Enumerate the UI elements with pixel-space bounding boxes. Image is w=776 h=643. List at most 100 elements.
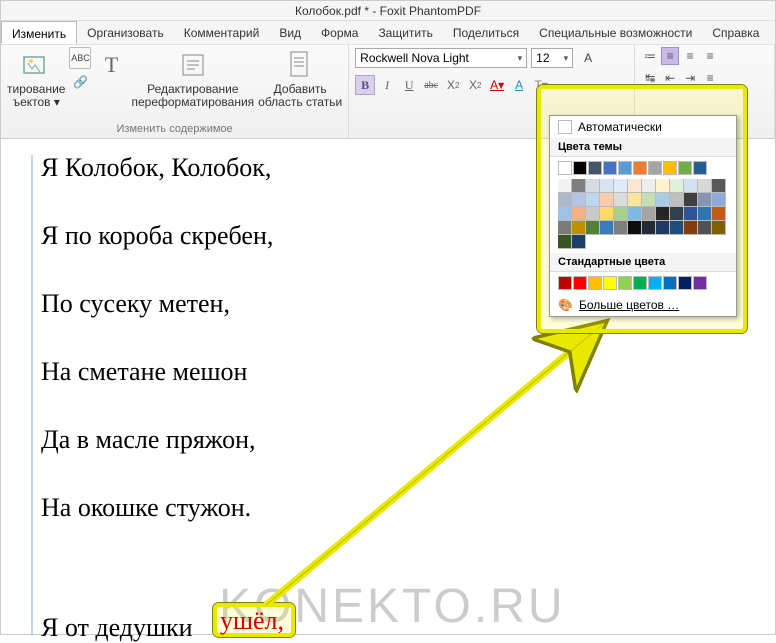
color-swatch[interactable] [712,207,726,221]
color-swatch[interactable] [712,221,726,235]
color-swatch[interactable] [684,207,698,221]
color-swatch[interactable] [642,193,656,207]
color-swatch[interactable] [698,193,712,207]
color-swatch[interactable] [600,193,614,207]
doc-line-1[interactable]: Я Колобок, Колобок, [41,153,271,183]
color-swatch[interactable] [684,179,698,193]
color-swatch[interactable] [642,207,656,221]
color-swatch[interactable] [588,161,602,175]
font-size-combo[interactable]: 12▾ [531,48,573,68]
doc-line-5[interactable]: Да в масле пряжон, [41,425,256,455]
doc-line-4[interactable]: На сметане мешон [41,357,247,387]
abc-tool-button[interactable]: ABC [69,47,91,69]
color-swatch[interactable] [712,193,726,207]
color-swatch[interactable] [600,221,614,235]
color-swatch[interactable] [573,161,587,175]
color-swatch[interactable] [648,161,662,175]
highlight-color-button[interactable]: A [509,75,529,95]
italic-button[interactable]: I [377,75,397,95]
font-color-button[interactable]: A▾ [487,75,507,95]
superscript-button[interactable]: X2 [443,75,463,95]
color-swatch[interactable] [558,221,572,235]
color-swatch[interactable] [678,276,692,290]
color-swatch[interactable] [633,161,647,175]
color-swatch[interactable] [618,276,632,290]
color-swatch[interactable] [656,207,670,221]
tab-help[interactable]: Справка [702,21,769,44]
color-swatch[interactable] [558,193,572,207]
color-swatch[interactable] [572,235,586,249]
color-swatch[interactable] [698,207,712,221]
reflow-edit-button[interactable]: Редактирование переформатирования [131,47,254,109]
color-swatch[interactable] [712,179,726,193]
tab-view[interactable]: Вид [269,21,311,44]
color-swatch[interactable] [633,276,647,290]
color-swatch[interactable] [572,193,586,207]
doc-line-3[interactable]: По сусеку метен, [41,289,230,319]
color-swatch[interactable] [656,221,670,235]
align-center-button[interactable]: ≡ [681,47,699,65]
tab-edit[interactable]: Изменить [1,21,77,44]
color-swatch[interactable] [586,207,600,221]
add-article-button[interactable]: Добавить область статьи [258,47,342,109]
color-swatch[interactable] [558,207,572,221]
color-swatch[interactable] [684,221,698,235]
color-swatch[interactable] [600,207,614,221]
align-left-button[interactable]: ≡ [661,47,679,65]
color-swatch[interactable] [628,193,642,207]
color-swatch[interactable] [656,193,670,207]
color-swatch[interactable] [693,276,707,290]
color-swatch[interactable] [648,276,662,290]
underline-button[interactable]: U [399,75,419,95]
color-swatch[interactable] [693,161,707,175]
color-swatch[interactable] [614,193,628,207]
color-swatch[interactable] [628,221,642,235]
doc-line-6[interactable]: На окошке стужон. [41,493,251,523]
subscript-button[interactable]: X2 [465,75,485,95]
color-swatch[interactable] [656,179,670,193]
color-swatch[interactable] [572,207,586,221]
color-swatch[interactable] [670,179,684,193]
color-swatch[interactable] [618,161,632,175]
color-swatch[interactable] [558,161,572,175]
color-swatch[interactable] [586,221,600,235]
color-swatch[interactable] [558,276,572,290]
color-swatch[interactable] [572,179,586,193]
tab-form[interactable]: Форма [311,21,368,44]
bullets-button[interactable]: ≔ [641,47,659,65]
tab-accessibility[interactable]: Специальные возможности [529,21,702,44]
edit-objects-button[interactable]: тирование ъектов ▾ [7,47,65,109]
grow-font-button[interactable]: A [577,47,599,69]
color-swatch[interactable] [670,221,684,235]
color-swatch[interactable] [573,276,587,290]
color-swatch[interactable] [642,221,656,235]
color-swatch[interactable] [614,207,628,221]
tab-share[interactable]: Поделиться [443,21,529,44]
edit-text-button[interactable]: T [95,47,127,83]
strikethrough-button[interactable]: abc [421,75,441,95]
color-swatch[interactable] [600,179,614,193]
color-swatch[interactable] [663,161,677,175]
font-name-combo[interactable]: Rockwell Nova Light▾ [355,48,527,68]
color-swatch[interactable] [670,207,684,221]
color-swatch[interactable] [642,179,656,193]
doc-line-7[interactable]: Я от дедушки [41,613,193,643]
align-right-button[interactable]: ≡ [701,47,719,65]
color-swatch[interactable] [698,221,712,235]
color-swatch[interactable] [572,221,586,235]
color-swatch[interactable] [603,161,617,175]
link-tool-button[interactable]: 🔗 [69,71,91,93]
tab-protect[interactable]: Защитить [368,21,442,44]
color-swatch[interactable] [614,221,628,235]
color-swatch[interactable] [558,235,572,249]
color-swatch[interactable] [684,193,698,207]
color-swatch[interactable] [586,179,600,193]
color-swatch[interactable] [698,179,712,193]
color-swatch[interactable] [670,193,684,207]
color-swatch[interactable] [558,179,572,193]
color-auto-row[interactable]: Автоматически [550,116,736,138]
color-swatch[interactable] [628,207,642,221]
color-swatch[interactable] [588,276,602,290]
color-swatch[interactable] [603,276,617,290]
doc-line-2[interactable]: Я по короба скребен, [41,221,273,251]
